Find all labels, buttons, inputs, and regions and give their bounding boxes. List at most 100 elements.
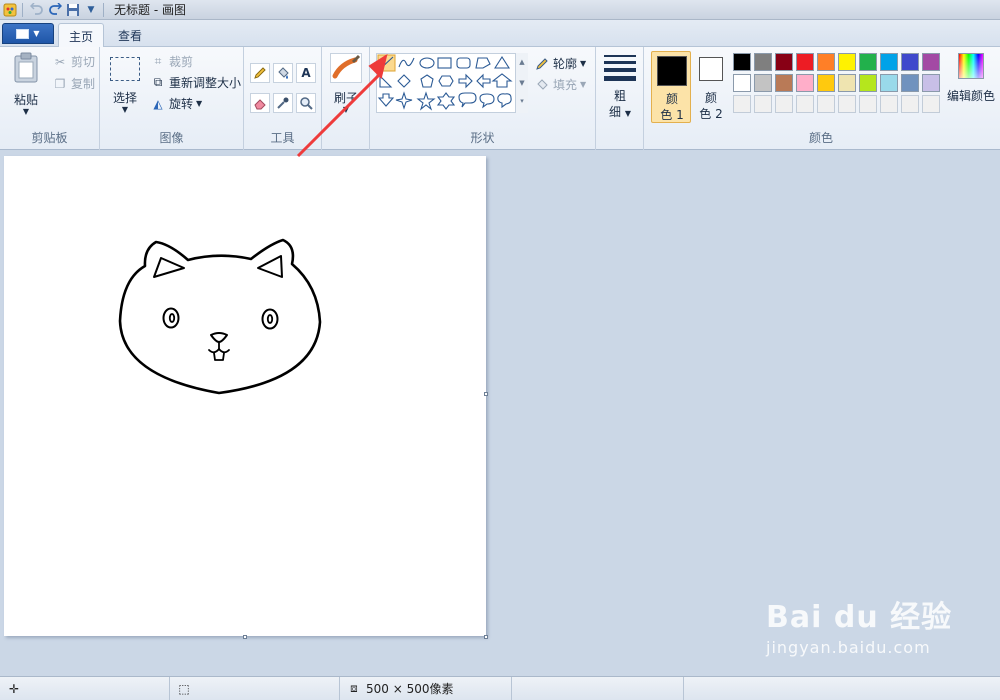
rotate-button[interactable]: ◭ 旋转 ▼ — [150, 95, 202, 112]
image-group: 选择 ▼ ⌗ 裁剪 ⧉ 重新调整大小 ◭ 旋转 ▼ 图像 — [100, 47, 244, 150]
rotate-label: 旋转 — [169, 97, 194, 111]
palette-color-swatch[interactable] — [859, 95, 877, 113]
brushes-label: 刷子 — [333, 91, 358, 105]
color-1-button[interactable]: 颜 色 1 — [651, 51, 691, 123]
canvas-size-text: 500 × 500像素 — [366, 682, 454, 696]
resize-icon: ⧉ — [153, 75, 163, 89]
drawing-canvas[interactable] — [4, 156, 486, 636]
fill-button[interactable]: 填充 ▼ — [534, 76, 586, 93]
palette-color-swatch[interactable] — [838, 74, 856, 92]
palette-color-swatch[interactable] — [922, 95, 940, 113]
cut-button[interactable]: ✂ 剪切 — [52, 53, 95, 70]
color-picker-icon[interactable] — [273, 93, 293, 113]
palette-color-swatch[interactable] — [901, 53, 919, 71]
outline-label: 轮廓 — [553, 57, 578, 71]
fill-bucket-icon[interactable] — [273, 63, 293, 83]
paste-icon — [14, 52, 38, 83]
palette-color-swatch[interactable] — [775, 74, 793, 92]
resize-label: 重新调整大小 — [169, 76, 242, 90]
palette-color-swatch[interactable] — [859, 74, 877, 92]
selection-size-cell: ⬚ — [170, 676, 340, 700]
undo-icon[interactable] — [29, 2, 45, 18]
palette-color-swatch[interactable] — [838, 53, 856, 71]
scroll-down-icon[interactable]: ▼ — [516, 73, 528, 93]
gallery-expand-icon[interactable]: ▾ — [516, 93, 528, 111]
fill-bucket-icon — [534, 77, 550, 93]
palette-color-swatch[interactable] — [880, 53, 898, 71]
resize-button[interactable]: ⧉ 重新调整大小 — [150, 74, 241, 91]
canvas-size-icon: ⧈ — [350, 681, 358, 695]
color-wheel-icon — [958, 53, 984, 79]
palette-color-swatch[interactable] — [775, 53, 793, 71]
tab-view[interactable]: 查看 — [108, 23, 152, 47]
edit-colors-button[interactable]: 编辑颜色 — [944, 53, 998, 117]
save-icon[interactable] — [65, 2, 81, 18]
tab-home[interactable]: 主页 — [58, 23, 105, 48]
chevron-down-icon: ▼ — [624, 109, 631, 118]
chevron-down-icon: ▼ — [33, 29, 40, 38]
palette-color-swatch[interactable] — [796, 95, 814, 113]
palette-color-swatch[interactable] — [922, 53, 940, 71]
copy-button[interactable]: ❐ 复制 — [52, 75, 95, 92]
palette-color-swatch[interactable] — [754, 53, 772, 71]
magnifier-icon[interactable] — [296, 93, 316, 113]
palette-color-swatch[interactable] — [838, 95, 856, 113]
cursor-position-cell: ✛ — [0, 676, 170, 700]
palette-color-swatch[interactable] — [733, 53, 751, 71]
toolbar-separator — [103, 2, 104, 17]
size-group: 粗 细 ▼ — [596, 47, 644, 150]
ribbon-tab-row: ▼ 主页 查看 — [0, 20, 1000, 48]
palette-color-swatch[interactable] — [775, 95, 793, 113]
shapes-group-label: 形状 — [470, 131, 495, 145]
selection-size-icon: ⬚ — [178, 681, 190, 696]
palette-color-swatch[interactable] — [796, 53, 814, 71]
palette-color-swatch[interactable] — [733, 74, 751, 92]
palette-color-swatch[interactable] — [880, 74, 898, 92]
paint-menu-button[interactable]: ▼ — [2, 23, 54, 44]
chevron-down-icon: ▼ — [196, 99, 203, 108]
eraser-icon[interactable] — [250, 93, 270, 113]
palette-color-swatch[interactable] — [880, 95, 898, 113]
palette-color-swatch[interactable] — [796, 74, 814, 92]
palette-color-swatch[interactable] — [817, 53, 835, 71]
palette-color-swatch[interactable] — [817, 95, 835, 113]
palette-color-swatch[interactable] — [901, 74, 919, 92]
palette-color-swatch[interactable] — [859, 53, 877, 71]
crop-button[interactable]: ⌗ 裁剪 — [150, 53, 193, 70]
shapes-gallery-scrollbar[interactable]: ▲ ▼ ▾ — [515, 53, 528, 113]
text-tool-icon[interactable]: A — [296, 63, 316, 83]
palette-color-swatch[interactable] — [754, 74, 772, 92]
copy-label: 复制 — [71, 77, 96, 91]
crop-icon: ⌗ — [154, 54, 162, 68]
brushes-button[interactable]: 刷子 ▼ — [329, 53, 363, 125]
select-button[interactable]: 选择 ▼ — [108, 53, 142, 121]
canvas-resize-handle-bottom[interactable] — [243, 635, 247, 639]
pencil-icon[interactable] — [250, 63, 270, 83]
redo-icon[interactable] — [47, 2, 63, 18]
shapes-gallery-icons — [377, 54, 513, 111]
palette-color-swatch[interactable] — [733, 95, 751, 113]
paste-label: 粘贴 — [13, 93, 38, 107]
paint-menu-icon — [16, 28, 30, 39]
brushes-group: 刷子 ▼ — [322, 47, 370, 150]
canvas-resize-handle-corner[interactable] — [484, 635, 488, 639]
palette-color-swatch[interactable] — [901, 95, 919, 113]
crop-label: 裁剪 — [169, 55, 194, 69]
chevron-down-icon: ▼ — [342, 105, 350, 114]
watermark-subtitle: jingyan.baidu.com — [766, 638, 931, 657]
palette-color-swatch[interactable] — [817, 74, 835, 92]
tools-group: A 工具 — [244, 47, 322, 150]
paste-button[interactable]: 粘贴 ▼ — [8, 51, 44, 121]
outline-button[interactable]: 轮廓 ▼ — [534, 55, 586, 72]
palette-color-swatch[interactable] — [754, 95, 772, 113]
window-title: 无标题 - 画图 — [114, 3, 186, 17]
canvas-resize-handle-right[interactable] — [484, 392, 488, 396]
cat-face-drawing — [118, 238, 322, 395]
palette-color-swatch[interactable] — [922, 74, 940, 92]
size-button[interactable]: 粗 细 ▼ — [603, 53, 637, 123]
color-2-button[interactable]: 颜 色 2 — [694, 53, 728, 123]
scroll-up-icon[interactable]: ▲ — [516, 53, 528, 73]
select-rectangle-icon — [110, 57, 140, 81]
customize-quick-access-icon[interactable]: ▼ — [83, 2, 99, 18]
paint-app-icon[interactable] — [2, 2, 18, 18]
